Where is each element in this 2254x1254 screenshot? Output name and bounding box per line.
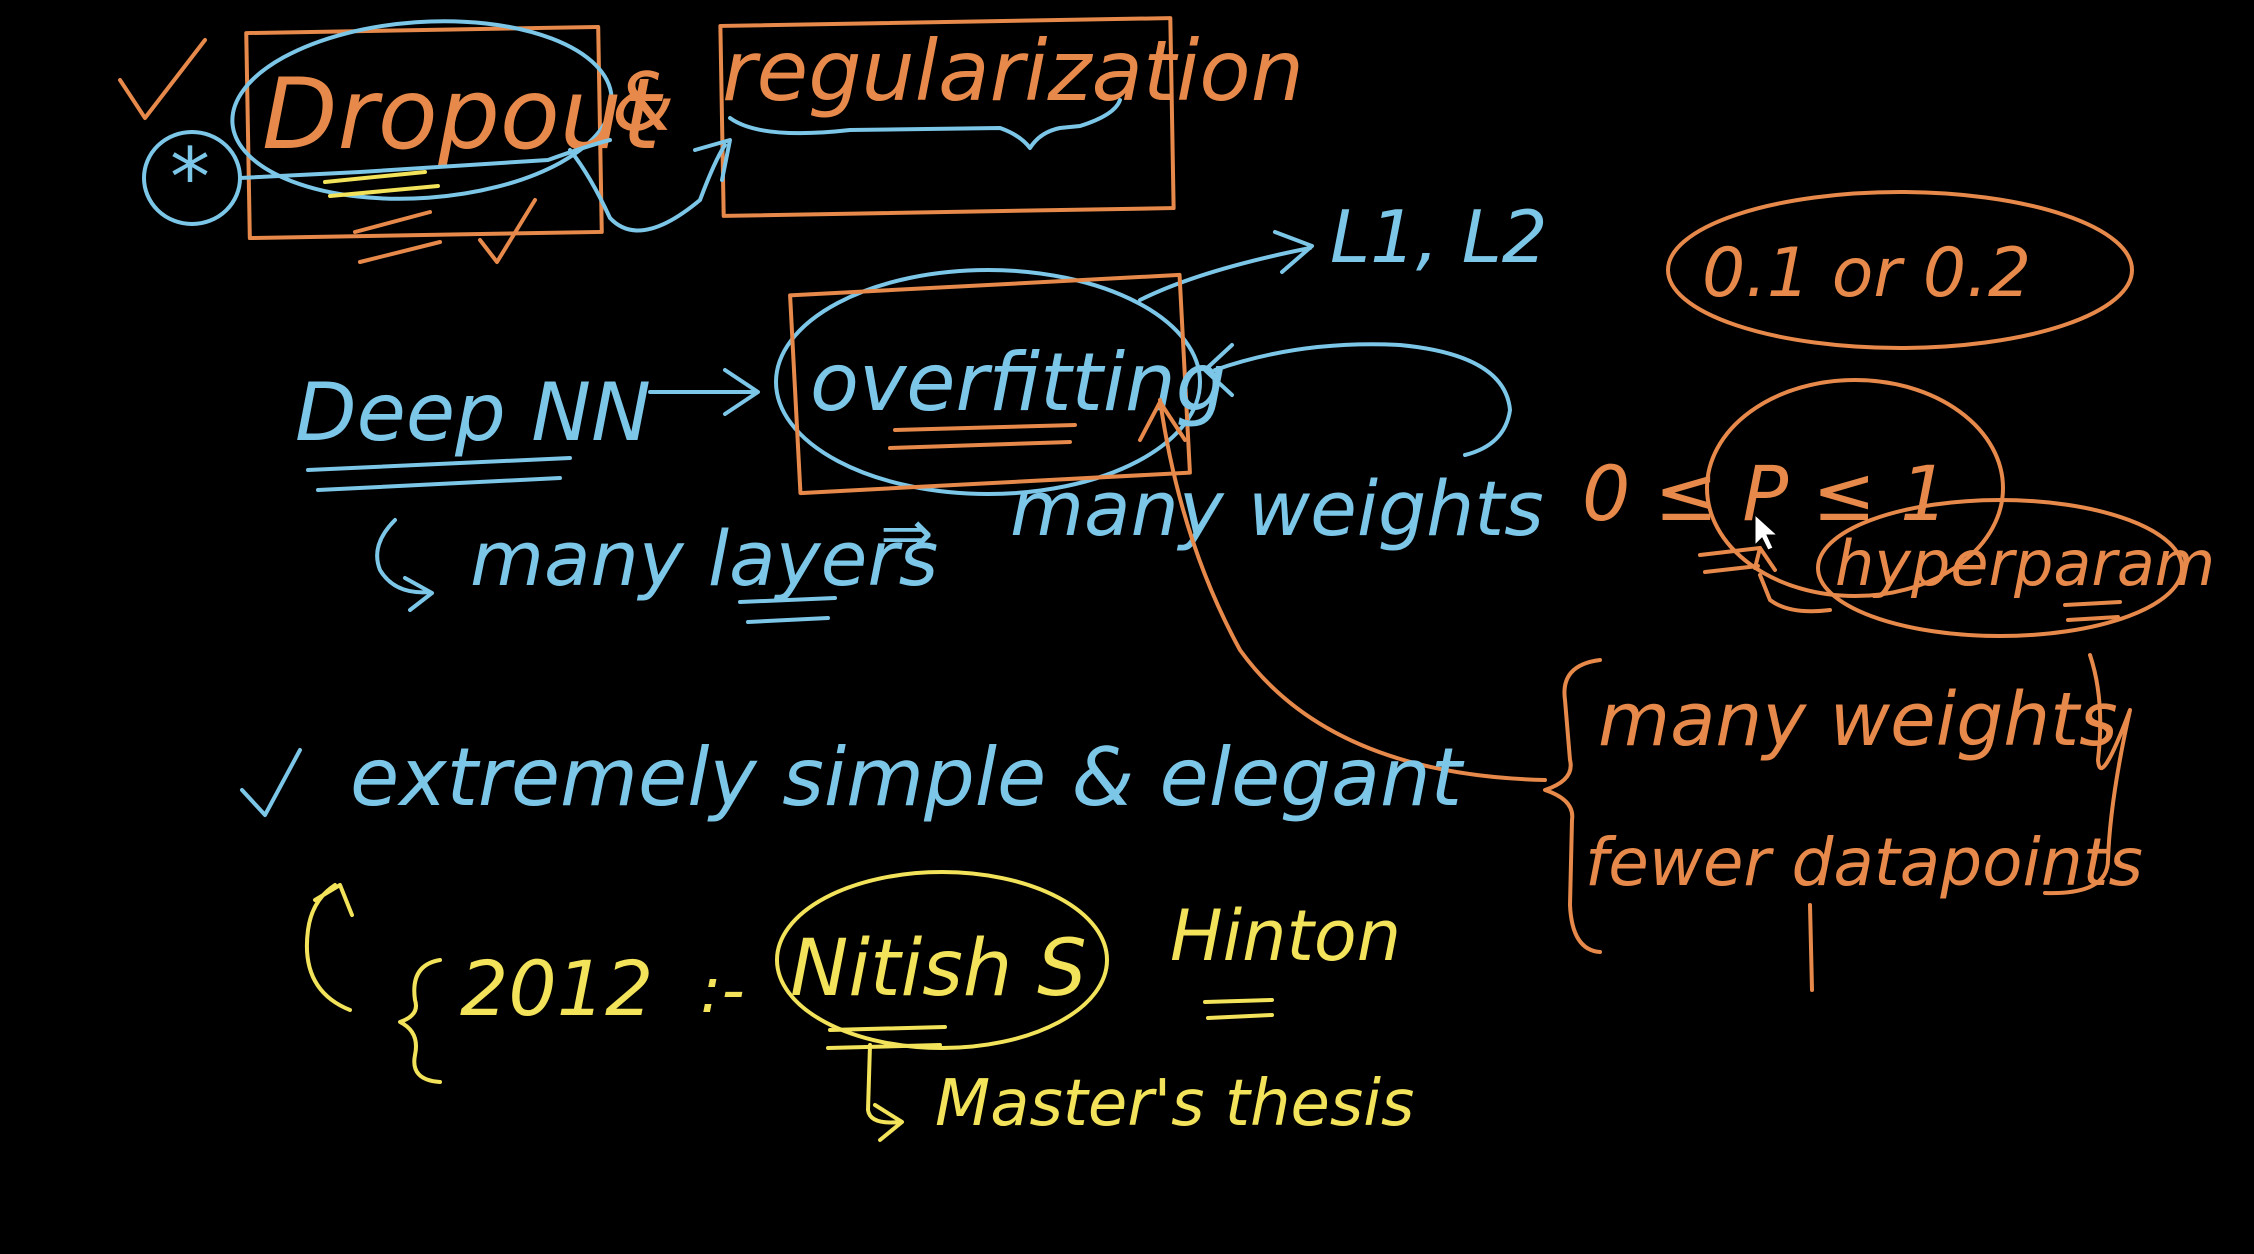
check-mark-top: [118, 38, 207, 120]
thesis-label: Master's thesis: [935, 1067, 1414, 1141]
history-brace: [398, 958, 442, 1084]
left-brace: [1543, 658, 1602, 954]
p-underline: [1698, 546, 1762, 574]
datapoints-stem: [1808, 903, 1814, 992]
deep-nn-underline: [306, 456, 572, 492]
implies-arrow: ⇒: [880, 497, 934, 571]
year-label: 2012: [460, 944, 653, 1033]
regularization-label: regularization: [722, 22, 1304, 120]
author-underline: [826, 1025, 947, 1050]
history-arrow: [305, 883, 354, 1012]
star-symbol: *: [170, 131, 210, 224]
many-layers-label: many layers: [470, 514, 938, 603]
l1l2-label: L1, L2: [1330, 195, 1548, 279]
loop-arrow-weights: [1213, 342, 1512, 457]
dropout-label: Dropout: [262, 58, 664, 172]
ampersand-label: &: [612, 56, 674, 149]
arrow-deepnn-overfitting: [648, 368, 760, 416]
range-label: 0.1 or 0.2: [1702, 234, 2031, 313]
many-weights-label: many weights: [1010, 464, 1544, 553]
many-layers-hook: [375, 518, 434, 612]
hyperparam-underline: [2063, 600, 2122, 622]
thesis-hook: [866, 1043, 904, 1142]
fewer-datapoints-note: fewer datapoints: [1585, 824, 2143, 901]
coauthor-label: Hinton: [1170, 895, 1401, 977]
check-mark-simple: [240, 748, 302, 817]
simple-elegant-label: extremely simple & elegant: [350, 731, 1465, 824]
year-separator: :-: [700, 954, 745, 1028]
arrow-to-l1l2: [1138, 230, 1314, 302]
whiteboard-canvas[interactable]: * Dropout & regularization L1, L2 Deep N…: [0, 0, 2254, 1254]
coauthor-underline: [1203, 998, 1274, 1020]
hyperparam-label: hyperparam: [1835, 527, 2215, 600]
deep-nn-label: Deep NN: [295, 366, 651, 459]
check-mark-under: [478, 198, 537, 264]
author-label: Nitish S: [790, 924, 1087, 1014]
arrow-overfitting-notes: [1158, 398, 1547, 782]
many-weights-note: many weights: [1598, 677, 2118, 763]
